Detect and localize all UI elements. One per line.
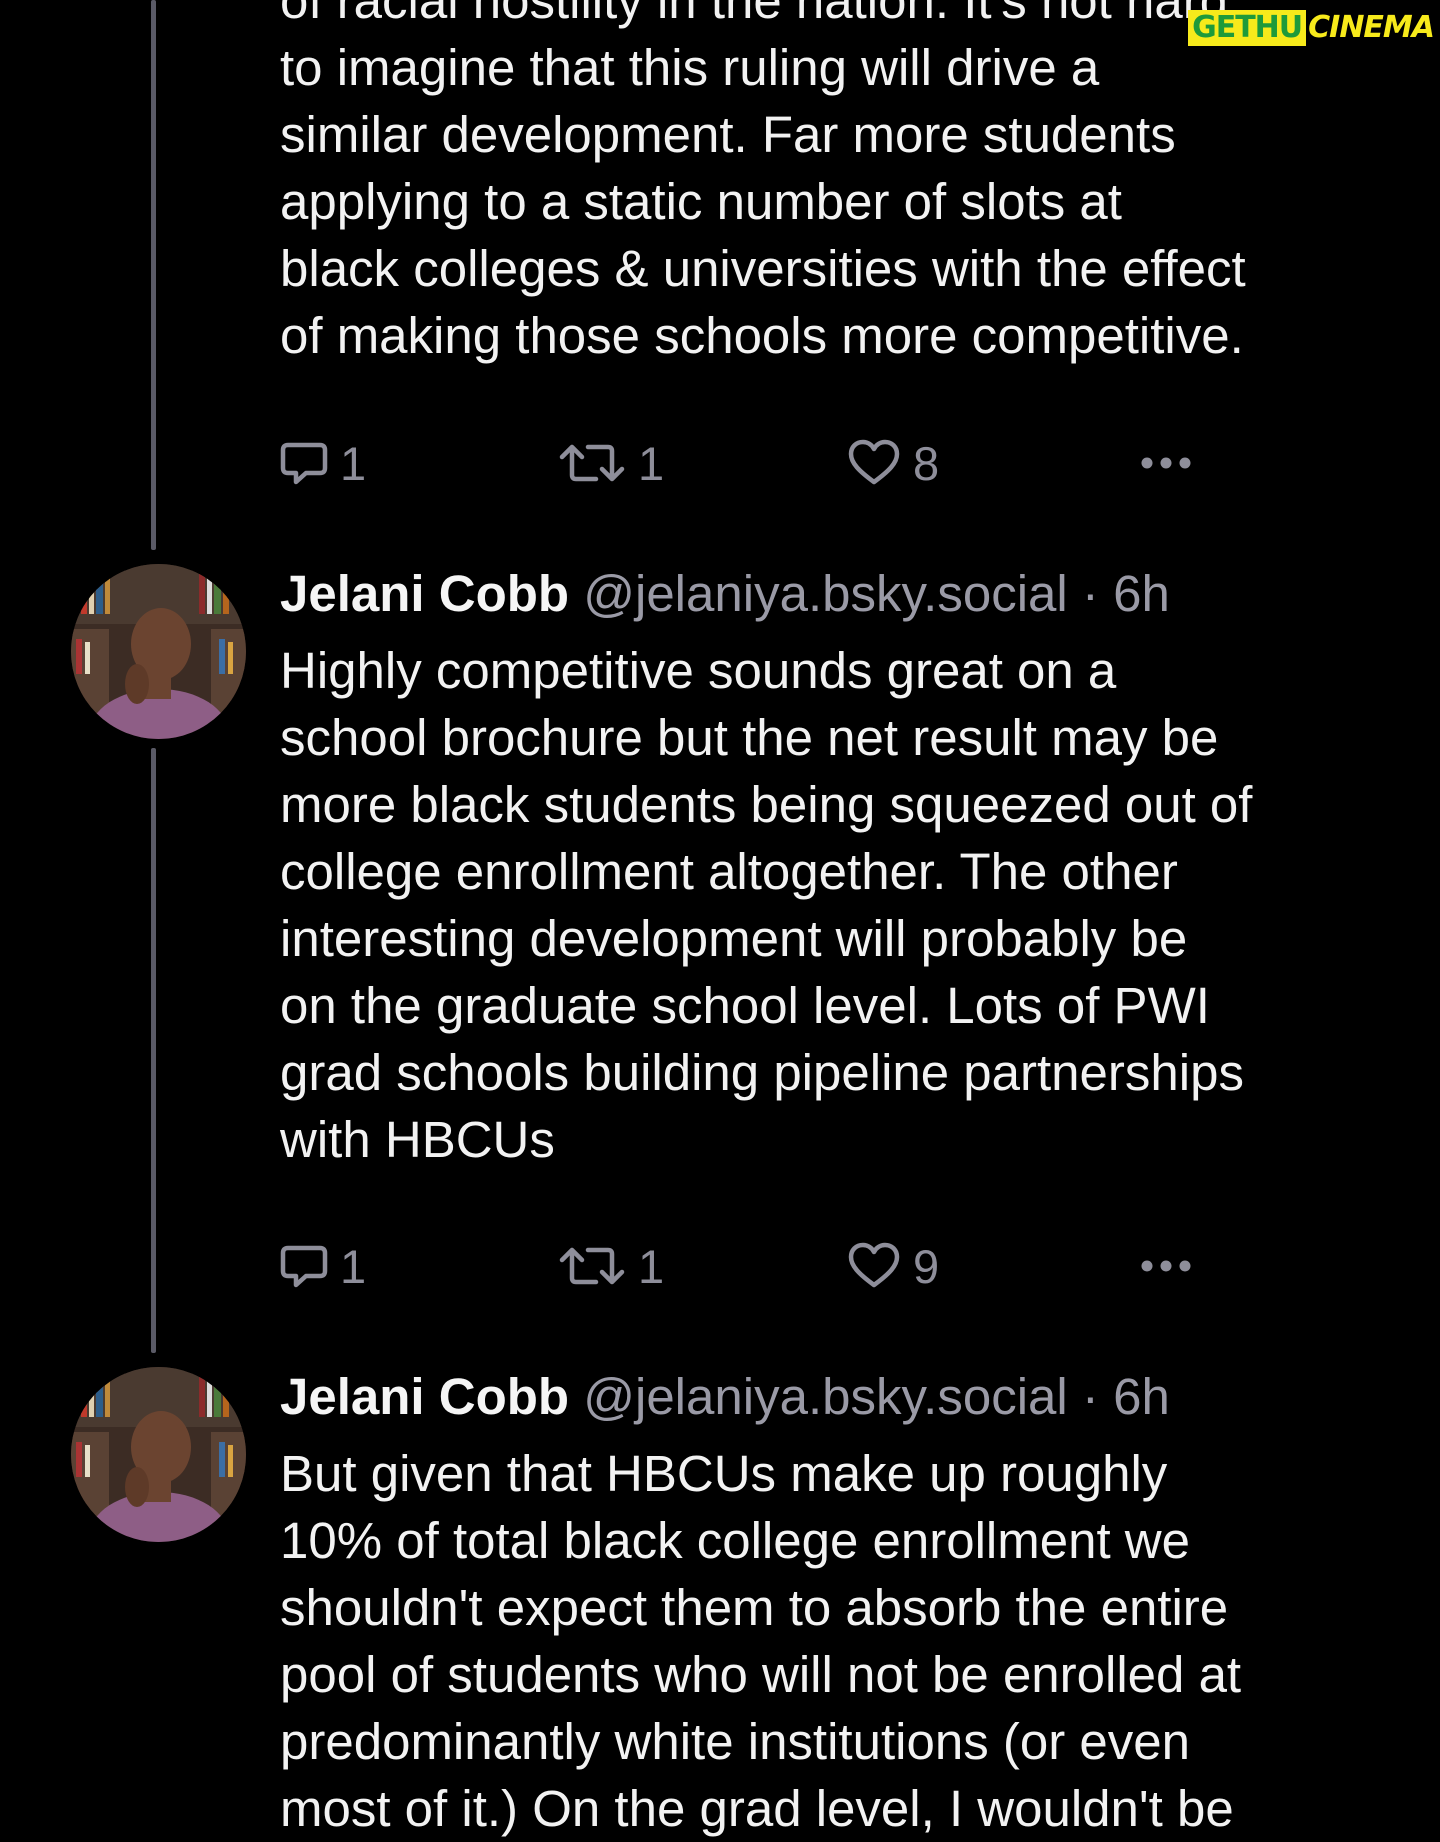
ellipsis-icon xyxy=(1140,1259,1192,1273)
speech-bubble-icon xyxy=(280,440,328,486)
post-actions: 1 1 9 xyxy=(280,1236,1230,1296)
author-name[interactable]: Jelani Cobb xyxy=(280,565,569,622)
reply-count: 1 xyxy=(340,1239,367,1293)
post-header: Jelani Cobb @jelaniya.bsky.social · 6h xyxy=(280,1363,1170,1430)
more-options-button[interactable] xyxy=(1140,1236,1192,1296)
repost-button[interactable]: 1 xyxy=(558,1236,664,1296)
reply-button[interactable]: 1 xyxy=(280,433,366,493)
heart-icon xyxy=(847,439,901,487)
ellipsis-icon xyxy=(1140,456,1192,470)
heart-icon xyxy=(847,1242,901,1290)
author-handle[interactable]: @jelaniya.bsky.social xyxy=(583,565,1068,622)
meta-separator: · xyxy=(1081,565,1099,622)
thread-line xyxy=(151,0,156,550)
like-count: 9 xyxy=(913,1239,940,1293)
post-text: Highly competitive sounds great on a sch… xyxy=(280,642,1253,1168)
like-count: 8 xyxy=(913,436,940,490)
post-timestamp[interactable]: 6h xyxy=(1113,565,1170,622)
post-text: of racial hostility in the nation. It's … xyxy=(280,0,1246,364)
like-button[interactable]: 9 xyxy=(847,1236,939,1296)
repost-button[interactable]: 1 xyxy=(558,433,664,493)
post-header: Jelani Cobb @jelaniya.bsky.social · 6h xyxy=(280,560,1170,627)
watermark-logo: GETHU CINEMA xyxy=(1188,10,1436,46)
avatar[interactable] xyxy=(71,1367,246,1542)
repost-count: 1 xyxy=(638,436,665,490)
post-actions: 1 1 8 xyxy=(280,433,1230,493)
watermark-part2: CINEMA xyxy=(1308,10,1435,45)
author-handle[interactable]: @jelaniya.bsky.social xyxy=(583,1368,1068,1425)
thread-line xyxy=(151,748,156,1353)
speech-bubble-icon xyxy=(280,1243,328,1289)
repost-count: 1 xyxy=(638,1239,665,1293)
like-button[interactable]: 8 xyxy=(847,433,939,493)
avatar[interactable] xyxy=(71,564,246,739)
reply-count: 1 xyxy=(340,436,367,490)
more-options-button[interactable] xyxy=(1140,433,1192,493)
reply-button[interactable]: 1 xyxy=(280,1236,366,1296)
author-name[interactable]: Jelani Cobb xyxy=(280,1368,569,1425)
repost-arrows-icon xyxy=(558,441,626,485)
watermark-part1: GETHU xyxy=(1188,10,1307,46)
post-text: But given that HBCUs make up roughly 10%… xyxy=(280,1445,1242,1837)
meta-separator: · xyxy=(1081,1368,1099,1425)
repost-arrows-icon xyxy=(558,1244,626,1288)
post-timestamp[interactable]: 6h xyxy=(1113,1368,1170,1425)
